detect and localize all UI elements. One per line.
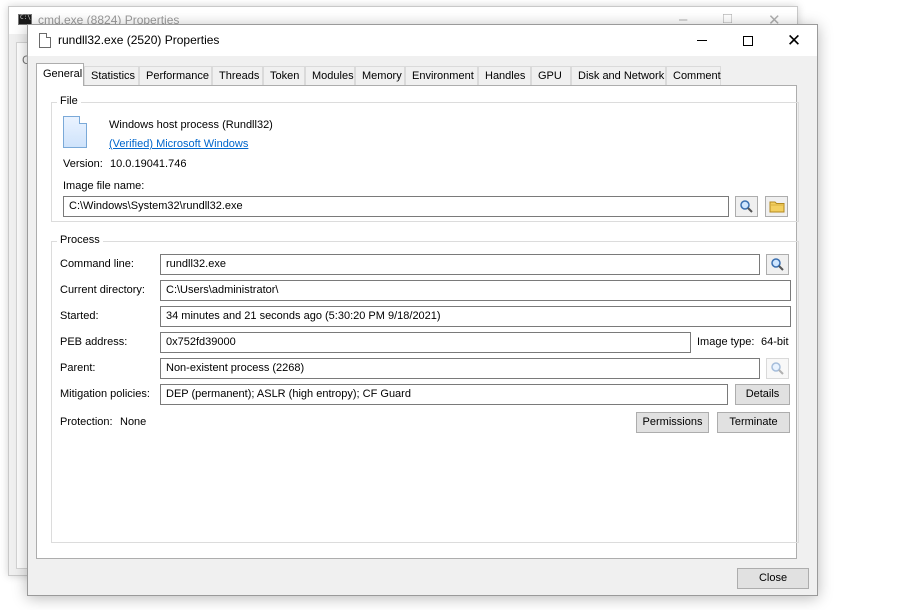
tab-environment[interactable]: Environment: [405, 66, 478, 85]
peb-address-label: PEB address:: [60, 336, 128, 348]
command-line-field[interactable]: rundll32.exe: [160, 254, 760, 275]
document-icon: [39, 33, 51, 48]
parent-label: Parent:: [60, 362, 96, 374]
mitigation-policies-field[interactable]: DEP (permanent); ASLR (high entropy); CF…: [160, 384, 728, 405]
process-group: Process Command line: rundll32.exe Curre…: [51, 234, 799, 543]
started-label: Started:: [60, 310, 99, 322]
inspect-file-button[interactable]: [735, 196, 758, 217]
tab-modules[interactable]: Modules: [305, 66, 355, 85]
open-file-location-button[interactable]: [765, 196, 788, 217]
started-field[interactable]: 34 minutes and 21 seconds ago (5:30:20 P…: [160, 306, 791, 327]
maximize-icon: [743, 35, 753, 46]
close-window-button[interactable]: ✕: [771, 25, 817, 56]
tab-statistics[interactable]: Statistics: [84, 66, 139, 85]
tab-handles[interactable]: Handles: [478, 66, 531, 85]
protection-value: None: [120, 416, 147, 428]
tab-gpu[interactable]: GPU: [531, 66, 571, 85]
image-type-label: Image type:: [697, 336, 755, 348]
protection-label: Protection:: [60, 416, 113, 428]
parent-field[interactable]: Non-existent process (2268): [160, 358, 760, 379]
current-directory-label: Current directory:: [60, 284, 145, 296]
command-line-label: Command line:: [60, 258, 134, 270]
image-file-name-label: Image file name:: [63, 180, 145, 192]
version-label: Version:: [63, 158, 103, 170]
tab-comment[interactable]: Comment: [666, 66, 721, 85]
tab-performance[interactable]: Performance: [139, 66, 212, 85]
tab-disk-and-network[interactable]: Disk and Network: [571, 66, 666, 85]
mitigation-policies-label: Mitigation policies:: [60, 388, 150, 400]
permissions-button[interactable]: Permissions: [636, 412, 709, 433]
details-button[interactable]: Details: [735, 384, 790, 405]
maximize-button[interactable]: [725, 25, 771, 56]
properties-window: rundll32.exe (2520) Properties ✕ General…: [27, 24, 818, 596]
window-title: rundll32.exe (2520) Properties: [58, 33, 220, 47]
image-type-value: 64-bit: [761, 336, 789, 348]
tab-general[interactable]: General: [36, 63, 84, 86]
inspect-command-line-button[interactable]: [766, 254, 789, 275]
terminate-button[interactable]: Terminate: [717, 412, 790, 433]
file-icon: [63, 116, 87, 148]
current-directory-field[interactable]: C:\Users\administrator\: [160, 280, 791, 301]
close-icon: ✕: [786, 31, 802, 50]
close-button[interactable]: Close: [737, 568, 809, 589]
file-group-title: File: [57, 95, 81, 107]
magnifier-icon: [771, 362, 784, 375]
magnifier-icon: [740, 200, 753, 213]
image-file-name-field[interactable]: C:\Windows\System32\rundll32.exe: [63, 196, 729, 217]
inspect-parent-button[interactable]: [766, 358, 789, 379]
minimize-button[interactable]: [679, 25, 725, 56]
folder-icon: [769, 201, 784, 213]
tab-threads[interactable]: Threads: [212, 66, 263, 85]
minimize-icon: [697, 40, 707, 41]
file-description: Windows host process (Rundll32): [109, 119, 273, 131]
process-group-title: Process: [57, 234, 103, 246]
file-group: File Windows host process (Rundll32) (Ve…: [51, 95, 799, 222]
tab-token[interactable]: Token: [263, 66, 305, 85]
tab-memory[interactable]: Memory: [355, 66, 405, 85]
general-tab-page: File Windows host process (Rundll32) (Ve…: [36, 85, 799, 559]
magnifier-icon: [771, 258, 784, 271]
version-value: 10.0.19041.746: [110, 158, 187, 170]
titlebar[interactable]: rundll32.exe (2520) Properties ✕: [28, 25, 817, 56]
verified-signer-link[interactable]: (Verified) Microsoft Windows: [109, 138, 248, 150]
peb-address-field[interactable]: 0x752fd39000: [160, 332, 691, 353]
